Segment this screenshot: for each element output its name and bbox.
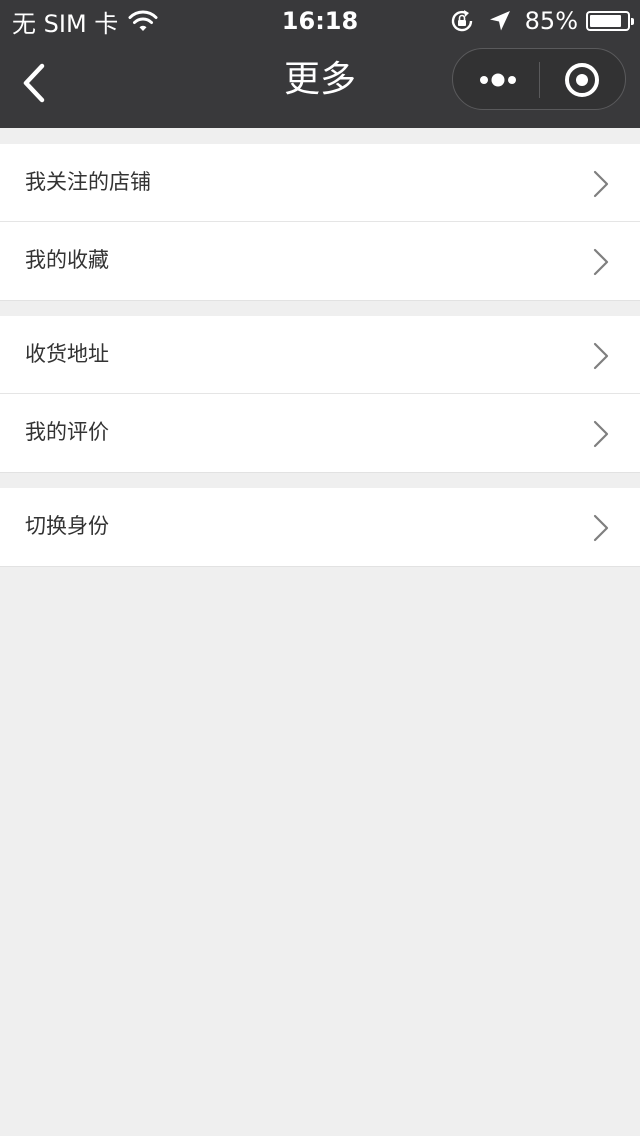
menu-item-shipping-address[interactable]: 收货地址 [0, 316, 640, 394]
chevron-right-icon [593, 248, 609, 276]
menu-item-label: 我关注的店铺 [25, 170, 151, 194]
capsule-menu [452, 48, 626, 110]
menu-group-1: 我关注的店铺 我的收藏 [0, 144, 640, 301]
menu-item-label: 收货地址 [25, 342, 109, 366]
location-arrow-icon [489, 11, 510, 31]
menu-item-label: 我的评价 [25, 420, 109, 444]
battery-percent: 85% [524, 7, 578, 35]
target-circle-icon [565, 63, 599, 97]
more-dots-icon [480, 73, 516, 87]
battery-icon [586, 11, 634, 31]
close-button[interactable] [541, 49, 625, 109]
menu-item-favorites[interactable]: 我的收藏 [0, 222, 640, 300]
chevron-right-icon [593, 342, 609, 370]
nav-bar: 更多 [0, 40, 640, 128]
more-button[interactable] [453, 49, 539, 109]
chevron-right-icon [593, 420, 609, 448]
battery-fill [590, 15, 621, 27]
menu-item-label: 切换身份 [25, 514, 109, 538]
menu-item-my-reviews[interactable]: 我的评价 [0, 394, 640, 472]
menu-item-followed-stores[interactable]: 我关注的店铺 [0, 144, 640, 222]
menu-group-3: 切换身份 [0, 488, 640, 567]
chevron-right-icon [593, 170, 609, 198]
menu-item-switch-identity[interactable]: 切换身份 [0, 488, 640, 566]
battery-nub [631, 18, 634, 25]
header: 无 SIM 卡 16:18 85% 更多 [0, 0, 640, 128]
menu-item-label: 我的收藏 [25, 248, 109, 272]
status-bar: 无 SIM 卡 16:18 85% [0, 0, 640, 40]
menu-group-2: 收货地址 我的评价 [0, 316, 640, 473]
status-right: 85% [449, 4, 634, 38]
chevron-right-icon [593, 514, 609, 542]
orientation-lock-icon [451, 10, 472, 32]
capsule-divider [539, 62, 540, 98]
